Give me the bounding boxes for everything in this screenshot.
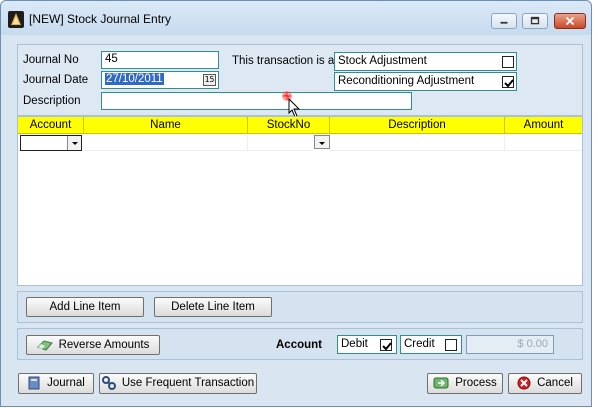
dropdown-arrow-icon[interactable] — [314, 135, 330, 149]
use-frequent-transaction-label: Use Frequent Transaction — [121, 377, 255, 389]
journal-date-label: Journal Date — [23, 74, 89, 86]
process-icon — [433, 377, 449, 389]
minimize-button[interactable] — [491, 13, 517, 29]
stockno-cell[interactable] — [248, 135, 330, 151]
credit-label: Credit — [404, 338, 435, 350]
stock-journal-window: [NEW] Stock Journal Entry Journal No 45 … — [0, 0, 592, 407]
journal-date-field[interactable]: 27/10/2011 15 — [101, 71, 219, 89]
add-line-item-button[interactable]: Add Line Item — [26, 297, 144, 317]
use-frequent-transaction-button[interactable]: Use Frequent Transaction — [99, 373, 257, 394]
column-header-name[interactable]: Name — [84, 117, 248, 134]
reverse-amounts-label: Reverse Amounts — [58, 339, 150, 351]
line-item-actions: Add Line Item Delete Line Item — [17, 291, 583, 323]
journal-no-field[interactable]: 45 — [101, 51, 219, 69]
column-header-stockno[interactable]: StockNo — [248, 117, 330, 134]
journal-label: Journal — [47, 377, 85, 389]
cancel-icon — [517, 376, 531, 390]
footer-actions: Journal Use Frequent Transaction Process… — [1, 366, 591, 408]
stock-adjustment-checkbox[interactable] — [502, 56, 514, 68]
reconditioning-checkbox[interactable] — [502, 76, 514, 88]
column-header-account[interactable]: Account — [18, 117, 84, 134]
reconditioning-label: Reconditioning Adjustment — [338, 75, 475, 87]
title-bar: [NEW] Stock Journal Entry — [1, 1, 591, 35]
table-row[interactable] — [18, 135, 582, 151]
grid-header: Account Name StockNo Description Amount — [18, 117, 582, 134]
column-header-amount[interactable]: Amount — [505, 117, 582, 134]
checkmark-icon — [382, 342, 392, 351]
calendar-icon[interactable]: 15 — [203, 74, 216, 86]
reverse-amounts-button[interactable]: Reverse Amounts — [26, 335, 160, 355]
mouse-cursor-icon — [282, 91, 301, 118]
line-items-grid: Account Name StockNo Description Amount — [17, 116, 583, 286]
window-title: [NEW] Stock Journal Entry — [29, 12, 172, 26]
credit-option[interactable]: Credit — [400, 335, 462, 354]
cancel-button[interactable]: Cancel — [508, 373, 582, 394]
journal-no-label: Journal No — [23, 54, 79, 66]
reconditioning-option[interactable]: Reconditioning Adjustment — [334, 72, 517, 91]
dropdown-arrow-icon[interactable] — [67, 136, 81, 150]
debit-label: Debit — [341, 338, 368, 350]
app-logo-icon[interactable] — [8, 11, 24, 28]
book-icon — [28, 376, 40, 390]
debit-checkbox[interactable] — [380, 339, 392, 351]
cancel-label: Cancel — [537, 377, 573, 389]
process-button[interactable]: Process — [427, 373, 503, 394]
amount-cell[interactable] — [505, 135, 582, 151]
journal-date-value: 27/10/2011 — [105, 73, 164, 85]
description-field[interactable] — [101, 92, 412, 110]
maximize-button[interactable] — [522, 13, 548, 29]
stock-adjustment-option[interactable]: Stock Adjustment — [334, 52, 517, 71]
process-label: Process — [455, 377, 497, 389]
stockno-dropdown[interactable] — [312, 135, 330, 151]
link-icon — [101, 376, 116, 390]
description-label: Description — [23, 95, 81, 107]
transaction-type-label: This transaction is a: — [232, 55, 338, 67]
restore-icon — [530, 16, 540, 25]
description-cell[interactable] — [330, 135, 505, 151]
name-cell[interactable] — [84, 135, 248, 151]
minimize-icon — [500, 21, 508, 24]
eraser-icon — [36, 340, 53, 351]
stock-adjustment-label: Stock Adjustment — [338, 55, 427, 67]
close-icon — [565, 16, 575, 26]
journal-button[interactable]: Journal — [18, 373, 94, 394]
amount-panel: Reverse Amounts Account Debit Credit $ 0… — [17, 328, 583, 360]
column-header-description[interactable]: Description — [330, 117, 505, 134]
account-combo[interactable] — [20, 135, 82, 151]
delete-line-item-button[interactable]: Delete Line Item — [154, 297, 272, 317]
account-label: Account — [276, 339, 322, 351]
amount-field[interactable]: $ 0.00 — [466, 335, 554, 354]
checkmark-icon — [504, 79, 514, 88]
close-button[interactable] — [554, 13, 586, 29]
debit-option[interactable]: Debit — [337, 335, 397, 354]
credit-checkbox[interactable] — [445, 339, 457, 351]
